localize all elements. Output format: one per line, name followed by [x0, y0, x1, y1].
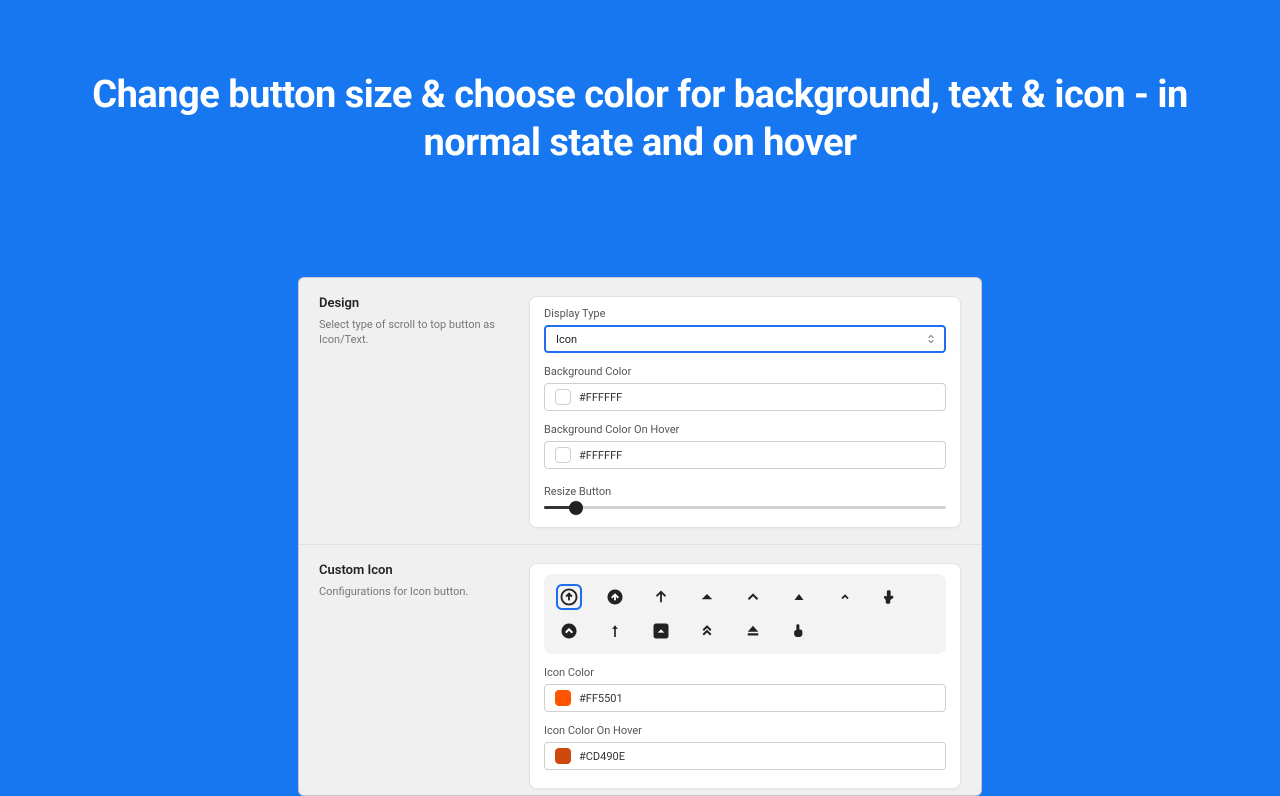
bg-color-field: Background Color #FFFFFF [544, 365, 946, 411]
settings-panel: Design Select type of scroll to top butt… [298, 277, 982, 796]
icon-color-input[interactable]: #FF5501 [544, 684, 946, 712]
design-desc: Select type of scroll to top button as I… [319, 317, 509, 348]
resize-slider-thumb[interactable] [569, 501, 583, 515]
icon-option-circle-up-solid[interactable] [602, 584, 628, 610]
icon-option-pointer-up[interactable] [786, 618, 812, 644]
icon-option-chevron-up[interactable] [740, 584, 766, 610]
design-title: Design [319, 296, 509, 311]
icon-color-field: Icon Color #FF5501 [544, 666, 946, 712]
icon-option-triangle-up[interactable] [786, 584, 812, 610]
icon-hover-value: #CD490E [579, 750, 625, 763]
icon-hover-swatch [555, 748, 571, 764]
custom-icon-side: Custom Icon Configurations for Icon butt… [319, 563, 509, 789]
icon-option-caret-up-solid[interactable] [694, 584, 720, 610]
icon-hover-input[interactable]: #CD490E [544, 742, 946, 770]
custom-icon-section: Custom Icon Configurations for Icon butt… [299, 544, 981, 795]
icon-option-hand-point-up[interactable] [878, 584, 904, 610]
icon-option-square-up[interactable] [648, 618, 674, 644]
icon-color-value: #FF5501 [579, 692, 623, 705]
icon-color-label: Icon Color [544, 666, 946, 679]
display-type-label: Display Type [544, 307, 946, 320]
bg-hover-field: Background Color On Hover #FFFFFF [544, 423, 946, 469]
icon-option-circle-chevron-up[interactable] [556, 618, 582, 644]
select-chevron-icon [924, 332, 938, 346]
icon-grid [544, 574, 946, 654]
resize-slider[interactable] [544, 506, 946, 509]
icon-option-arrow-up[interactable] [648, 584, 674, 610]
headline: Change button size & choose color for ba… [0, 0, 1280, 167]
bg-hover-input[interactable]: #FFFFFF [544, 441, 946, 469]
custom-icon-card: Icon Color #FF5501 Icon Color On Hover #… [529, 563, 961, 789]
design-section: Design Select type of scroll to top butt… [299, 278, 981, 534]
icon-option-eject[interactable] [740, 618, 766, 644]
display-type-value: Icon [556, 333, 577, 346]
resize-field: Resize Button [544, 481, 946, 509]
design-card: Display Type Icon Background Color #FFFF… [529, 296, 961, 528]
bg-color-label: Background Color [544, 365, 946, 378]
resize-label: Resize Button [544, 485, 946, 498]
display-type-field: Display Type Icon [544, 307, 946, 353]
custom-icon-desc: Configurations for Icon button. [319, 584, 509, 599]
icon-option-circle-arrow-up[interactable] [556, 584, 582, 610]
display-type-select[interactable]: Icon [544, 325, 946, 353]
design-side: Design Select type of scroll to top butt… [319, 296, 509, 528]
bg-hover-value: #FFFFFF [579, 449, 622, 462]
icon-hover-label: Icon Color On Hover [544, 724, 946, 737]
icon-option-chevrons-up[interactable] [694, 618, 720, 644]
custom-icon-title: Custom Icon [319, 563, 509, 578]
bg-hover-swatch [555, 447, 571, 463]
bg-hover-label: Background Color On Hover [544, 423, 946, 436]
icon-color-swatch [555, 690, 571, 706]
icon-option-arrow-up-thin[interactable] [602, 618, 628, 644]
icon-hover-field: Icon Color On Hover #CD490E [544, 724, 946, 770]
bg-color-value: #FFFFFF [579, 391, 622, 404]
bg-color-swatch [555, 389, 571, 405]
icon-option-chevron-up-small[interactable] [832, 584, 858, 610]
bg-color-input[interactable]: #FFFFFF [544, 383, 946, 411]
